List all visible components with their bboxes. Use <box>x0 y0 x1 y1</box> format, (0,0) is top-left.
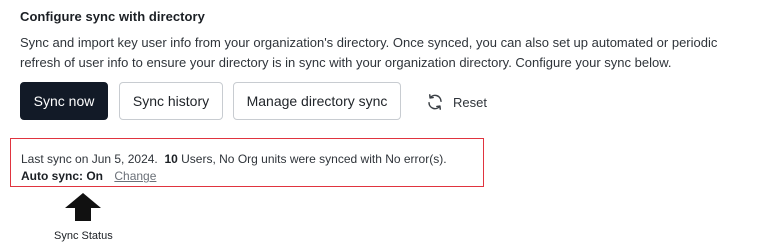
last-sync-date: Last sync on Jun 5, 2024. <box>21 152 158 166</box>
auto-sync-label: Auto sync: On <box>21 169 104 183</box>
reset-label: Reset <box>453 94 487 110</box>
sync-now-button[interactable]: Sync now <box>20 82 108 120</box>
up-arrow-icon <box>64 192 102 227</box>
users-count: 10 <box>164 152 178 166</box>
section-description: Sync and import key user info from your … <box>20 35 718 70</box>
reset-button[interactable]: Reset <box>426 92 487 112</box>
sync-status-panel: Last sync on Jun 5, 2024. 10 Users, No O… <box>10 138 484 187</box>
sync-history-button[interactable]: Sync history <box>119 82 223 120</box>
page-title: Configure sync with directory <box>20 9 205 24</box>
sync-status-annotation: Sync Status <box>54 230 113 242</box>
auto-sync-row: Auto sync: On Change <box>21 169 156 183</box>
last-sync-text: Last sync on Jun 5, 2024. 10 Users, No O… <box>21 152 447 166</box>
refresh-icon <box>426 93 444 111</box>
sync-summary: Users, No Org units were synced with No … <box>181 152 447 166</box>
manage-directory-sync-button[interactable]: Manage directory sync <box>233 82 401 120</box>
change-link[interactable]: Change <box>114 169 156 183</box>
